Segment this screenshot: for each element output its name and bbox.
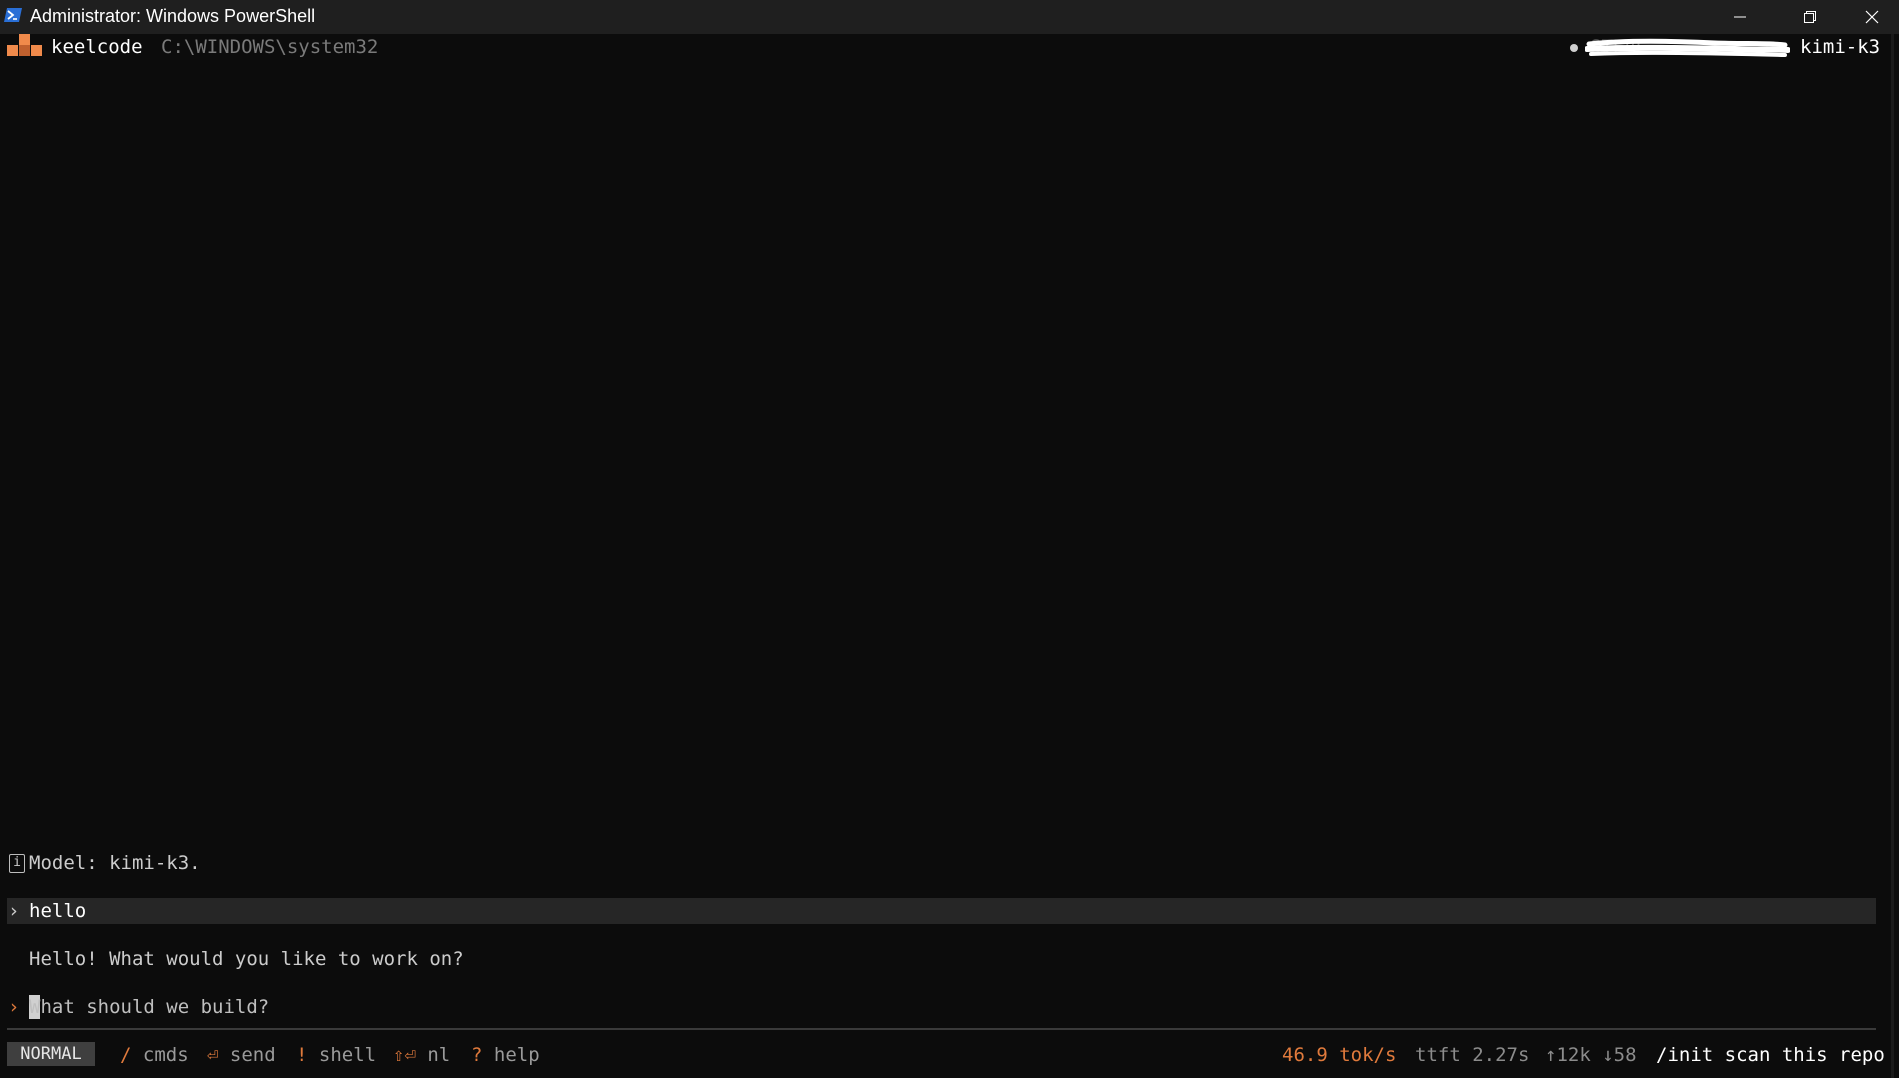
window-title: Administrator: Windows PowerShell bbox=[30, 6, 316, 26]
user-prefix-chevron: › bbox=[8, 900, 20, 922]
powershell-icon bbox=[4, 8, 22, 22]
status-divider bbox=[7, 1028, 1876, 1030]
info-icon: i bbox=[9, 854, 25, 873]
connection-status-dot bbox=[1570, 44, 1578, 52]
window-titlebar: Administrator: Windows PowerShell bbox=[0, 0, 1899, 34]
hint-label: shell bbox=[318, 1044, 377, 1066]
current-directory: C:\WINDOWS\system32 bbox=[161, 36, 379, 58]
prompt-input[interactable] bbox=[29, 995, 1429, 1019]
scrollbar-track[interactable] bbox=[1891, 34, 1894, 1078]
hint-label: help bbox=[493, 1044, 540, 1066]
token-counts: ↑12k ↓58 bbox=[1545, 1044, 1637, 1066]
minimize-icon bbox=[1734, 16, 1746, 18]
hint-cmds: / cmds bbox=[120, 1043, 189, 1067]
hint-key: ! bbox=[296, 1044, 308, 1066]
app-name: keelcode bbox=[51, 36, 143, 58]
restore-button[interactable] bbox=[1775, 0, 1845, 34]
hint-shell: ! shell bbox=[296, 1043, 376, 1067]
time-to-first-token: ttft 2.27s bbox=[1415, 1044, 1530, 1066]
minimize-button[interactable] bbox=[1705, 0, 1775, 34]
terminal-area: keelcode C:\WINDOWS\system32 STEVE kimi-… bbox=[0, 34, 1899, 1078]
prompt-chevron: › bbox=[8, 996, 20, 1018]
keelcode-logo-icon bbox=[7, 34, 42, 56]
hint-newline: ⇧⏎ nl bbox=[393, 1043, 450, 1067]
hint-key: / bbox=[120, 1044, 132, 1066]
mode-badge: NORMAL bbox=[7, 1042, 95, 1066]
hint-help: ? help bbox=[471, 1043, 540, 1067]
hint-label: send bbox=[229, 1044, 276, 1066]
token-rate: 46.9 tok/s bbox=[1282, 1044, 1397, 1066]
init-command-hint[interactable]: /init scan this repo bbox=[1656, 1043, 1885, 1067]
close-icon bbox=[1865, 10, 1879, 24]
hint-label: nl bbox=[427, 1044, 451, 1066]
restore-icon bbox=[1804, 11, 1816, 23]
hint-key: ⇧⏎ bbox=[393, 1044, 416, 1066]
hint-key: ? bbox=[471, 1044, 483, 1066]
user-message-row bbox=[7, 898, 1876, 924]
hint-key: ⏎ bbox=[207, 1044, 219, 1066]
close-button[interactable] bbox=[1845, 0, 1899, 34]
hint-send: ⏎ send bbox=[207, 1043, 276, 1067]
user-message: hello bbox=[29, 900, 87, 922]
assistant-reply: Hello! What would you like to work on? bbox=[29, 948, 464, 970]
redaction-scribble bbox=[1585, 38, 1790, 57]
active-model: kimi-k3 bbox=[1800, 36, 1881, 58]
system-message: Model: kimi-k3. bbox=[29, 852, 201, 874]
hint-label: cmds bbox=[142, 1044, 189, 1066]
